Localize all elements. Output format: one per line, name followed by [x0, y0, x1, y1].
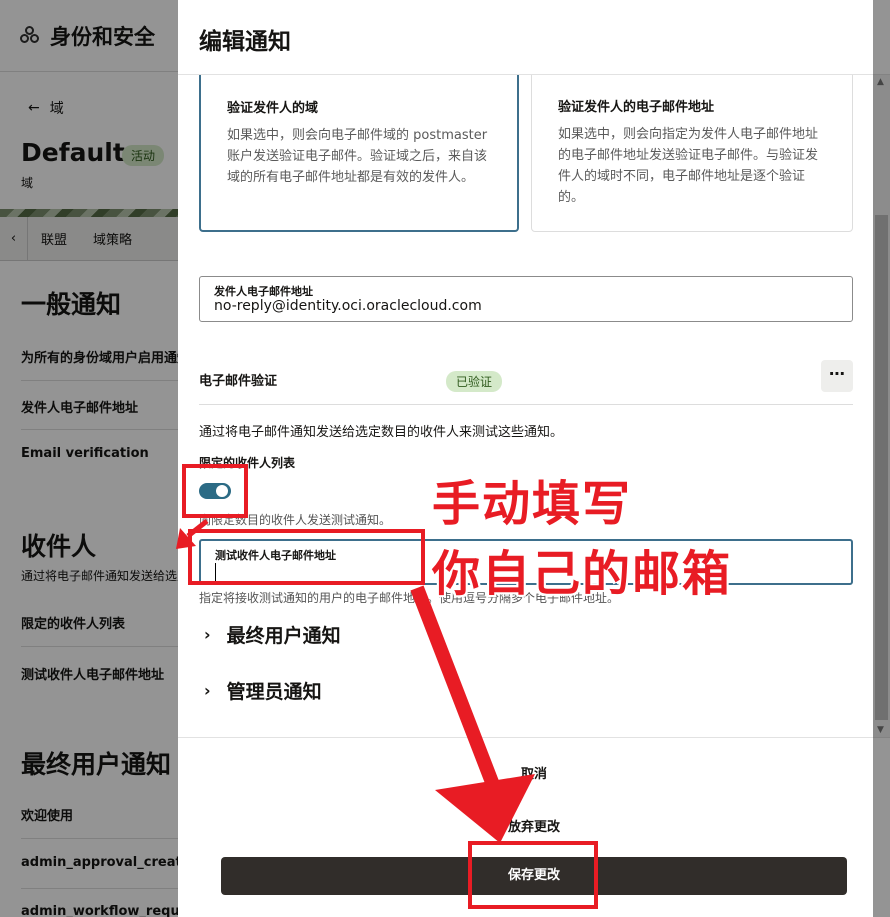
divider [178, 737, 890, 738]
more-actions-button[interactable]: ⋯ [821, 360, 853, 392]
verify-domain-card[interactable]: 验证发件人的域 如果选中，则会向电子邮件域的 postmaster 账户发送验证… [199, 75, 519, 232]
edit-notifications-drawer: 编辑通知 验证发件人的域 如果选中，则会向电子邮件域的 postmaster 账… [178, 0, 890, 917]
card-title: 验证发件人的域 [227, 101, 319, 116]
test-desc: 通过将电子邮件通知发送给选定数目的收件人来测试这些通知。 [199, 425, 564, 440]
modal-backdrop[interactable] [0, 0, 178, 917]
accordion-admin-notifications[interactable]: › 管理员通知 [204, 677, 322, 704]
accordion-enduser-notifications[interactable]: › 最终用户通知 [204, 621, 341, 648]
accordion-label: 最终用户通知 [226, 625, 341, 647]
verified-badge: 已验证 [446, 371, 503, 392]
card-desc: 如果选中，则会向指定为发件人电子邮件地址的电子邮件地址发送验证电子邮件。与验证发… [558, 127, 819, 205]
card-title: 验证发件人的电子邮件地址 [558, 100, 715, 115]
card-desc: 如果选中，则会向电子邮件域的 postmaster 账户发送验证电子邮件。验证域… [227, 128, 488, 185]
cancel-button[interactable]: 取消 [178, 763, 890, 782]
verify-email-card[interactable]: 验证发件人的电子邮件地址 如果选中，则会向指定为发件人电子邮件地址的电子邮件地址… [531, 75, 853, 232]
more-icon: ⋯ [829, 364, 845, 383]
accordion-label: 管理员通知 [226, 681, 322, 703]
field-value: no-reply@identity.oci.oraclecloud.com [214, 298, 482, 314]
chevron-right-icon: › [204, 681, 211, 700]
annotation-text-line1: 手动填写 [432, 476, 633, 532]
drawer-title: 编辑通知 [199, 29, 291, 55]
annotation-box-test-field [188, 529, 425, 585]
annotation-box-toggle [182, 464, 248, 518]
annotation-text-line2: 你自己的邮箱 [432, 546, 733, 602]
drawer-scroll-area: 验证发件人的域 如果选中，则会向电子邮件域的 postmaster 账户发送验证… [178, 75, 873, 737]
chevron-right-icon: › [204, 625, 211, 644]
annotation-box-save [468, 841, 598, 909]
divider [199, 404, 853, 405]
email-verification-label: 电子邮件验证 [199, 374, 278, 389]
discard-changes-button[interactable]: 放弃更改 [178, 816, 890, 835]
sender-email-field[interactable]: 发件人电子邮件地址 no-reply@identity.oci.oraclecl… [199, 276, 853, 322]
field-label: 发件人电子邮件地址 [214, 285, 313, 298]
modal-backdrop-edge [873, 0, 890, 917]
